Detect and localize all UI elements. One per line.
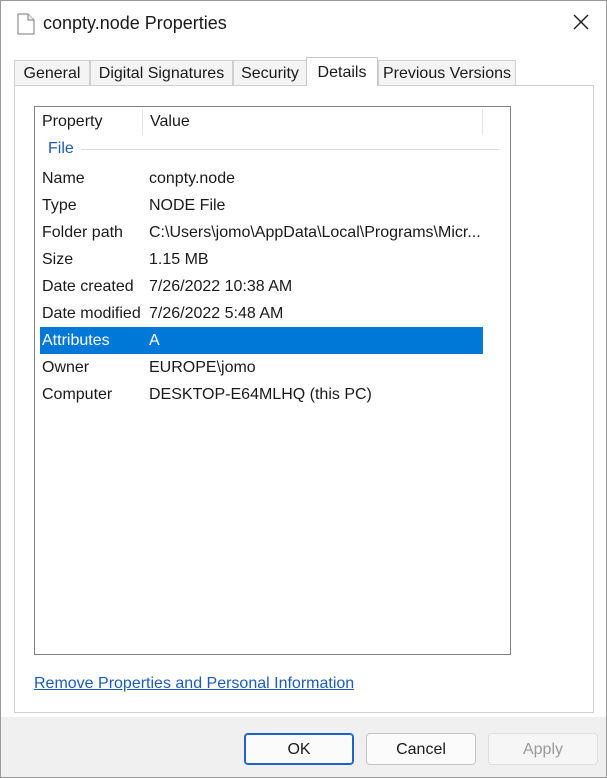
tab-general[interactable]: General (14, 60, 90, 85)
property-cell: Type (42, 197, 77, 214)
value-cell: NODE File (149, 197, 226, 214)
window-title: conpty.node Properties (43, 13, 227, 33)
tab-previous-versions[interactable]: Previous Versions (378, 60, 516, 85)
ok-button[interactable]: OK (244, 733, 354, 765)
tab-details[interactable]: Details (306, 57, 378, 86)
properties-dialog: conpty.node Properties General Digital S… (0, 0, 607, 778)
tab-security[interactable]: Security (233, 60, 307, 85)
document-icon (17, 13, 35, 35)
group-divider (81, 149, 499, 150)
value-cell: conpty.node (149, 170, 235, 187)
tab-digital-signatures[interactable]: Digital Signatures (90, 60, 233, 85)
value-cell: C:\Users\jomo\AppData\Local\Programs\Mic… (149, 224, 481, 241)
value-cell: 1.15 MB (149, 251, 209, 268)
column-header-property[interactable]: Property (35, 107, 143, 137)
table-row-selected[interactable]: Attributes A (40, 327, 483, 354)
cancel-button[interactable]: Cancel (366, 733, 476, 765)
table-row[interactable]: Date created 7/26/2022 10:38 AM (40, 273, 483, 300)
value-cell: 7/26/2022 10:38 AM (149, 278, 293, 295)
value-cell: 7/26/2022 5:48 AM (149, 305, 284, 322)
value-cell: A (149, 332, 160, 349)
remove-properties-link[interactable]: Remove Properties and Personal Informati… (34, 675, 354, 693)
property-cell: Owner (42, 359, 90, 376)
close-button[interactable] (561, 7, 601, 41)
property-cell: Date modified (42, 305, 141, 322)
property-cell: Date created (42, 278, 134, 295)
group-label: File (48, 140, 74, 157)
close-icon (573, 14, 589, 35)
table-row[interactable]: Type NODE File (40, 192, 483, 219)
property-cell: Computer (42, 386, 113, 403)
property-rows: Name conpty.node Type NODE File Folder p… (40, 165, 483, 408)
table-row[interactable]: Name conpty.node (40, 165, 483, 192)
table-row[interactable]: Owner EUROPE\jomo (40, 354, 483, 381)
table-row[interactable]: Size 1.15 MB (40, 246, 483, 273)
property-cell: Folder path (42, 224, 123, 241)
table-row[interactable]: Folder path C:\Users\jomo\AppData\Local\… (40, 219, 483, 246)
property-cell: Attributes (42, 332, 110, 349)
column-header-value[interactable]: Value (143, 107, 483, 137)
dialog-button-bar: OK Cancel Apply (1, 717, 606, 777)
value-cell: EUROPE\jomo (149, 359, 256, 376)
property-cell: Size (42, 251, 74, 268)
apply-button[interactable]: Apply (488, 733, 598, 765)
details-list[interactable]: Property Value File Name conpty.node Typ… (34, 106, 511, 655)
list-header: Property Value (35, 107, 510, 137)
table-row[interactable]: Computer DESKTOP-E64MLHQ (this PC) (40, 381, 483, 408)
value-cell: DESKTOP-E64MLHQ (this PC) (149, 386, 372, 403)
table-row[interactable]: Date modified 7/26/2022 5:48 AM (40, 300, 483, 327)
tab-strip: General Digital Signatures Security Deta… (14, 57, 594, 86)
title-bar[interactable]: conpty.node Properties (1, 1, 606, 47)
column-divider[interactable] (482, 109, 483, 135)
property-cell: Name (42, 170, 85, 187)
group-header-file[interactable]: File (35, 137, 510, 163)
